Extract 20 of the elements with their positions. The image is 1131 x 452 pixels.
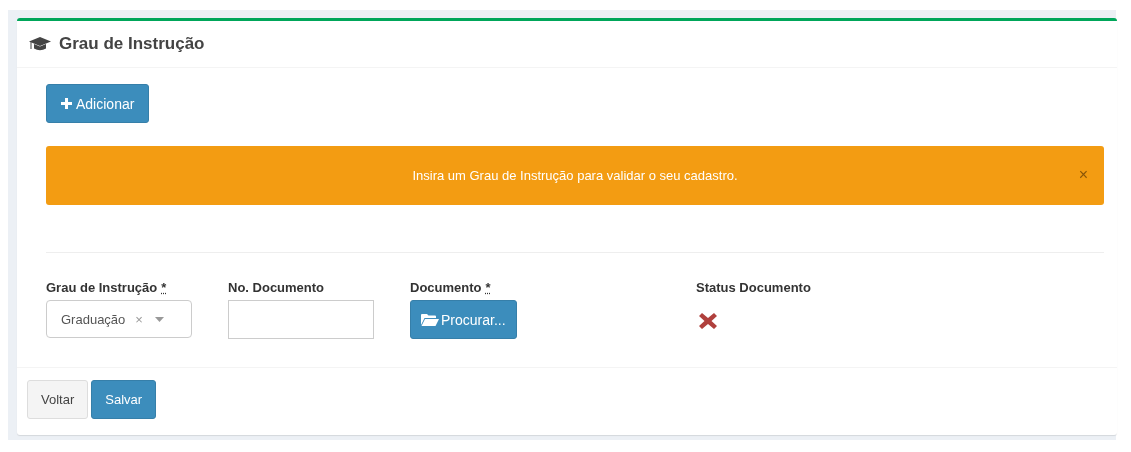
panel-title: Grau de Instrução (59, 34, 205, 54)
back-button[interactable]: Voltar (27, 380, 89, 419)
graduation-cap-icon (29, 36, 51, 52)
required-mark: * (161, 280, 167, 295)
plus-icon (61, 98, 72, 109)
save-button[interactable]: Salvar (91, 380, 157, 419)
add-button[interactable]: Adicionar (46, 84, 150, 123)
required-mark: * (485, 280, 491, 295)
caret-icon (154, 316, 164, 322)
field-label: Status Documento (696, 280, 811, 295)
browse-button[interactable]: Procurar... (410, 300, 517, 339)
select-field[interactable]: Graduação × (46, 300, 192, 338)
field-label: Grau de Instrução (46, 280, 158, 295)
folder-icon (421, 312, 439, 327)
field-label: Documento (410, 280, 482, 295)
alert-message: Insira um Grau de Instrução para validar o seu cadastro. (412, 168, 738, 183)
field-label: No. Documento (228, 280, 325, 295)
input-field[interactable] (228, 300, 374, 339)
close-button[interactable]: × (1078, 166, 1088, 184)
clear-button[interactable]: × (135, 311, 143, 327)
